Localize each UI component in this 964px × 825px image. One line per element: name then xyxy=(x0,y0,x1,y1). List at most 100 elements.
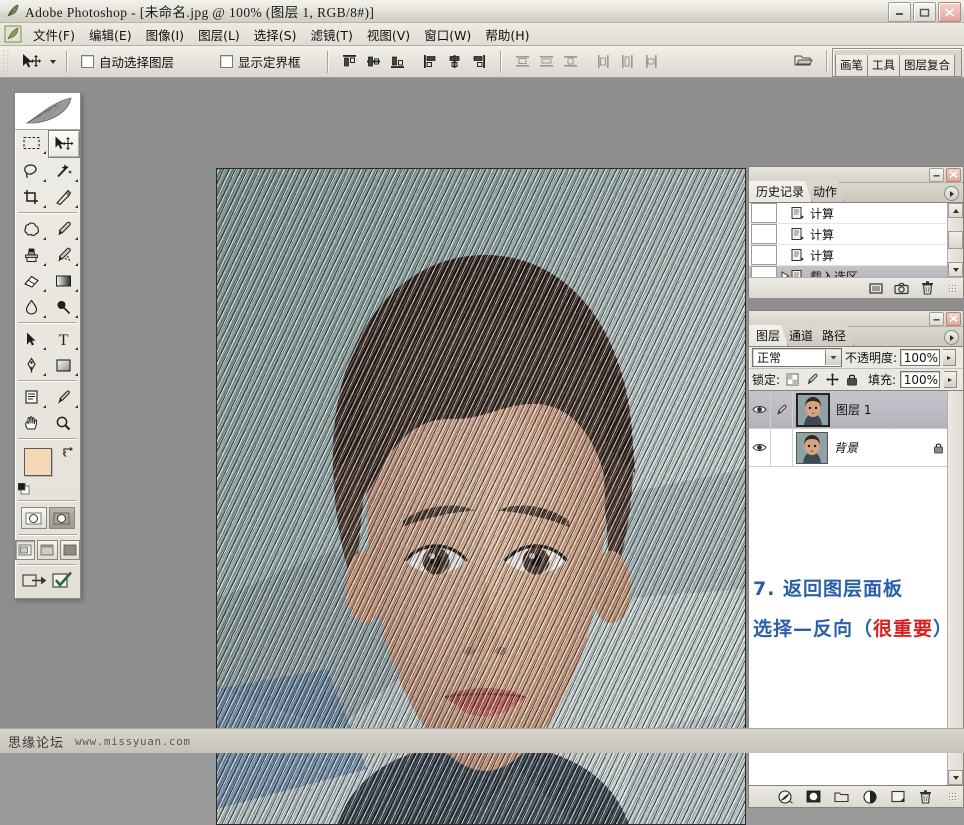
distribute-horizontal-centers-button[interactable] xyxy=(617,51,639,73)
scroll-down-arrow-icon[interactable] xyxy=(948,770,963,785)
align-left-edges-button[interactable] xyxy=(420,51,442,73)
menu-layer[interactable]: 图层(L) xyxy=(191,23,247,46)
magic-wand-tool[interactable] xyxy=(48,158,81,184)
restore-button[interactable] xyxy=(913,2,936,22)
layer-row-background[interactable]: 背景 xyxy=(749,429,947,467)
layer-link-toggle[interactable] xyxy=(771,391,793,428)
palette-well[interactable]: 画笔 工具 图层复合 xyxy=(832,48,962,77)
align-right-edges-button[interactable] xyxy=(468,51,490,73)
gradient-tool[interactable] xyxy=(48,268,81,294)
menu-select[interactable]: 选择(S) xyxy=(247,23,304,46)
tab-history[interactable]: 历史记录 xyxy=(749,181,812,202)
rectangular-marquee-tool[interactable] xyxy=(15,130,48,156)
fill-stepper[interactable] xyxy=(944,371,958,388)
layer-name[interactable]: 图层 1 xyxy=(836,401,947,418)
path-selection-tool[interactable] xyxy=(15,326,48,352)
delete-state-button[interactable] xyxy=(920,281,935,296)
application-icon[interactable] xyxy=(4,25,22,43)
menu-file[interactable]: 文件(F) xyxy=(26,23,82,46)
full-screen-mode-button[interactable] xyxy=(59,540,80,560)
new-document-from-state-button[interactable] xyxy=(868,281,883,296)
layer-visibility-toggle[interactable] xyxy=(749,429,771,466)
history-panel-resize-grip[interactable] xyxy=(948,283,957,293)
palette-dock-icon[interactable] xyxy=(792,51,814,74)
show-bounding-box-checkbox[interactable]: 显示定界框 xyxy=(214,52,307,71)
history-row[interactable]: 计算 xyxy=(749,224,947,245)
history-brush-tool[interactable] xyxy=(48,242,81,268)
layer-name[interactable]: 背景 xyxy=(834,439,929,456)
pen-tool[interactable] xyxy=(15,352,48,378)
tab-actions[interactable]: 动作 xyxy=(806,181,845,202)
current-tool-preset-picker[interactable] xyxy=(14,49,59,75)
scrollbar-thumb[interactable] xyxy=(948,231,963,249)
palette-well-tab-layer-comps[interactable]: 图层复合 xyxy=(900,55,955,76)
scroll-down-arrow-icon[interactable] xyxy=(948,262,963,277)
options-bar-grip[interactable] xyxy=(2,48,11,75)
layers-panel-close-button[interactable] xyxy=(946,311,961,326)
tab-paths[interactable]: 路径 xyxy=(815,325,854,346)
foreground-color-swatch[interactable] xyxy=(24,448,52,476)
history-row[interactable]: 计算 xyxy=(749,245,947,266)
layer-thumbnail[interactable] xyxy=(796,392,830,427)
chevron-down-icon[interactable] xyxy=(825,350,841,365)
layers-panel-menu-button[interactable] xyxy=(944,330,959,345)
history-panel-minimize-button[interactable] xyxy=(929,167,944,182)
layer-visibility-toggle[interactable] xyxy=(749,391,771,428)
palette-well-tab-brushes[interactable]: 画笔 xyxy=(835,55,868,76)
lock-all-toggle[interactable] xyxy=(844,372,860,387)
palette-well-tab-tool-presets[interactable]: 工具 xyxy=(868,55,900,76)
history-row[interactable]: 载入选区 xyxy=(749,266,947,277)
opacity-input[interactable]: 100% xyxy=(900,349,941,366)
opacity-stepper[interactable] xyxy=(943,349,957,366)
jump-to-editor-button[interactable] xyxy=(51,571,74,593)
minimize-button[interactable] xyxy=(888,2,911,22)
layer-link-toggle[interactable] xyxy=(771,429,793,466)
lock-position-toggle[interactable] xyxy=(824,372,840,387)
clone-stamp-tool[interactable] xyxy=(15,242,48,268)
standard-screen-mode-button[interactable] xyxy=(15,540,36,560)
notes-tool[interactable] xyxy=(15,384,48,410)
distribute-left-edges-button[interactable] xyxy=(593,51,615,73)
eraser-tool[interactable] xyxy=(15,268,48,294)
standard-mode-button[interactable] xyxy=(20,507,47,529)
menu-window[interactable]: 窗口(W) xyxy=(417,23,478,46)
distribute-top-edges-button[interactable] xyxy=(512,51,534,73)
distribute-right-edges-button[interactable] xyxy=(641,51,663,73)
full-screen-menubar-mode-button[interactable] xyxy=(37,540,58,560)
lock-image-pixels-toggle[interactable] xyxy=(804,372,820,387)
menu-edit[interactable]: 编辑(E) xyxy=(82,23,139,46)
layers-panel-minimize-button[interactable] xyxy=(929,311,944,326)
lasso-tool[interactable] xyxy=(15,158,48,184)
history-panel-close-button[interactable] xyxy=(946,167,961,182)
document-window[interactable] xyxy=(216,168,746,825)
swap-colors-icon[interactable] xyxy=(62,445,74,457)
align-bottom-edges-button[interactable] xyxy=(387,51,409,73)
image-canvas[interactable] xyxy=(217,169,745,824)
menu-filter[interactable]: 滤镜(T) xyxy=(303,23,359,46)
default-colors-icon[interactable] xyxy=(17,482,30,495)
menu-view[interactable]: 视图(V) xyxy=(360,23,417,46)
new-snapshot-button[interactable] xyxy=(894,281,909,296)
layers-panel-resize-grip[interactable] xyxy=(948,792,957,801)
new-group-button[interactable] xyxy=(834,789,849,804)
lock-transparent-pixels-toggle[interactable] xyxy=(784,372,800,387)
history-vertical-scrollbar[interactable] xyxy=(947,203,963,277)
add-layer-mask-button[interactable] xyxy=(806,789,821,804)
delete-layer-button[interactable] xyxy=(918,789,933,804)
jump-to-imageready-button[interactable] xyxy=(21,571,48,593)
distribute-vertical-centers-button[interactable] xyxy=(536,51,558,73)
brush-tool[interactable] xyxy=(48,216,81,242)
blur-tool[interactable] xyxy=(15,294,48,320)
new-adjustment-layer-button[interactable] xyxy=(862,789,877,804)
menu-image[interactable]: 图像(I) xyxy=(139,23,191,46)
distribute-bottom-edges-button[interactable] xyxy=(560,51,582,73)
show-bounding-box-checkbox-box[interactable] xyxy=(220,55,234,68)
align-top-edges-button[interactable] xyxy=(339,51,361,73)
quick-mask-mode-button[interactable] xyxy=(48,507,75,529)
healing-brush-tool[interactable] xyxy=(15,216,48,242)
move-tool[interactable] xyxy=(47,130,80,158)
type-tool[interactable]: T xyxy=(48,326,81,352)
rectangle-shape-tool[interactable] xyxy=(48,352,81,378)
dodge-tool[interactable] xyxy=(48,294,81,320)
align-vertical-centers-button[interactable] xyxy=(363,51,385,73)
